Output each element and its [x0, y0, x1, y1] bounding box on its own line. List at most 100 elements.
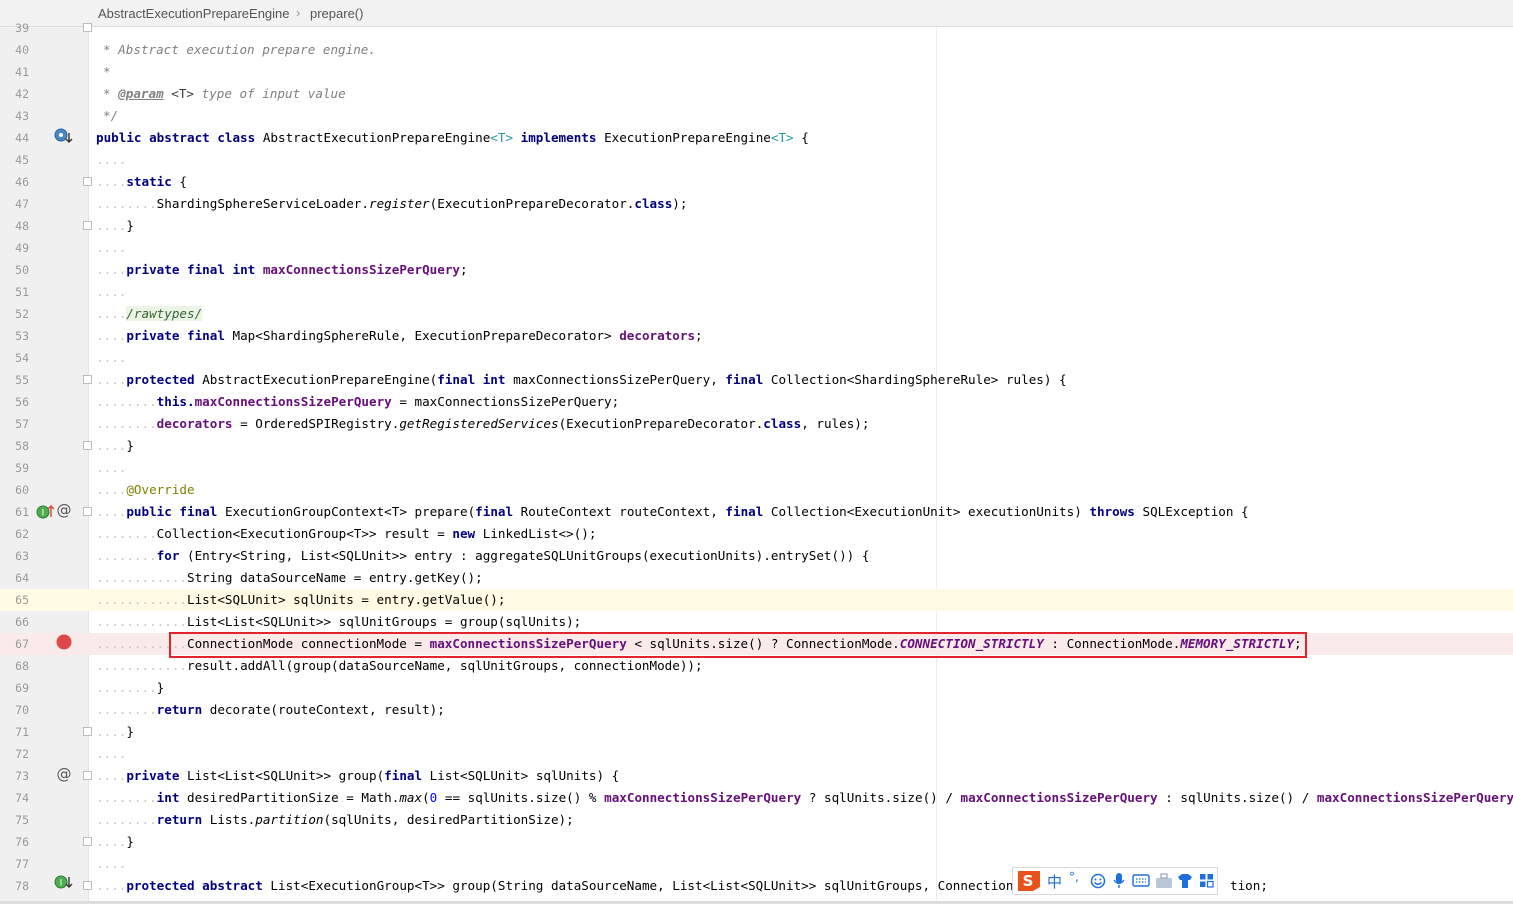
fold-icon[interactable] [83, 507, 92, 516]
svg-text:I: I [60, 879, 63, 889]
field-name: maxConnectionsSizePerQuery [262, 262, 460, 277]
number-literal: 0 [429, 790, 438, 805]
spring-bean-icon[interactable]: @ [56, 502, 72, 518]
code-line: 66 ............List<List<SQLUnit>> sqlUni… [0, 611, 1513, 633]
fold-icon[interactable] [83, 727, 92, 736]
code-line: 51.... [0, 281, 1513, 303]
code-line: 43 */ [0, 105, 1513, 127]
keyboard-icon[interactable] [1132, 874, 1150, 888]
code-line: 73 ....private List<List<SQLUnit>> group(… [0, 765, 1513, 787]
fold-icon[interactable] [83, 881, 92, 890]
field-name: decorators [156, 416, 233, 431]
ime-lang-toggle[interactable]: 中 [1047, 871, 1062, 892]
code-line: 64 ............String dataSourceName = en… [0, 567, 1513, 589]
code-text: List<ExecutionGroup<T>> group(String dat… [270, 878, 1075, 893]
line-number: 76 [15, 835, 29, 849]
fold-icon[interactable] [83, 221, 92, 230]
fold-icon[interactable] [83, 771, 92, 780]
line-number: 77 [15, 857, 29, 871]
code-text: (sqlUnits, desiredPartitionSize); [323, 812, 574, 827]
ime-toolbar[interactable]: S 中 °, [1012, 867, 1218, 895]
keyword: final [725, 372, 764, 387]
line-number: 48 [15, 219, 29, 233]
ime-punct-toggle[interactable]: °, [1069, 870, 1079, 884]
code-line: 76....} [0, 831, 1513, 853]
fold-icon[interactable] [83, 441, 92, 450]
type-name: Map<ShardingSphereRule, ExecutionPrepare… [232, 328, 612, 343]
code-line: 78 ....protected abstract List<ExecutionG… [0, 875, 1513, 897]
svg-text:@: @ [57, 766, 72, 782]
emoji-icon[interactable] [1090, 873, 1106, 889]
code-text: List<List<SQLUnit>> sqlUnitGroups = grou… [187, 614, 582, 629]
code-text: result.addAll(group(dataSourceName, sqlU… [187, 658, 703, 673]
code-text: (ExecutionPrepareDecorator. [558, 416, 764, 431]
fold-icon[interactable] [83, 23, 92, 32]
line-number: 47 [15, 197, 29, 211]
microphone-icon[interactable] [1112, 872, 1126, 890]
line-number: 68 [15, 659, 29, 673]
fold-icon[interactable] [83, 375, 92, 384]
field-name: decorators [619, 328, 696, 343]
code-text: * [103, 64, 111, 79]
code-line: 49.... [0, 237, 1513, 259]
spring-bean-icon[interactable]: @ [56, 766, 72, 782]
code-text: SQLException { [1142, 504, 1249, 519]
code-text: List<SQLUnit> sqlUnits) { [429, 768, 620, 783]
line-number: 46 [15, 175, 29, 189]
code-line: 60 ....@Override [0, 479, 1513, 501]
fold-icon[interactable] [83, 177, 92, 186]
line-number: 66 [15, 615, 29, 629]
line-number: 59 [15, 461, 29, 475]
ime-logo-icon[interactable]: S [1015, 869, 1043, 893]
code-text: == sqlUnits.size() % [444, 790, 597, 805]
code-line: 61 ....public final ExecutionGroupContext… [0, 501, 1513, 523]
line-number: 75 [15, 813, 29, 827]
keyword: implements [520, 130, 597, 145]
code-line: 57 ........decorators = OrderedSPIRegistr… [0, 413, 1513, 435]
breakpoint-icon[interactable] [55, 633, 73, 651]
code-line: 56 ........this.maxConnectionsSizePerQuer… [0, 391, 1513, 413]
code-text: desiredPartitionSize = Math. [187, 790, 400, 805]
fold-icon[interactable] [83, 837, 92, 846]
code-text: decorate(routeContext, result); [209, 702, 445, 717]
code-line: 52 ..../rawtypes/ [0, 303, 1513, 325]
code-text: List<List<SQLUnit>> group( [187, 768, 385, 783]
code-line: 45.... [0, 149, 1513, 171]
line-number: 49 [15, 241, 29, 255]
method-call: partition [255, 812, 324, 827]
implemented-method-icon[interactable]: I [54, 874, 74, 892]
line-number: 43 [15, 109, 29, 123]
line-number: 50 [15, 263, 29, 277]
keyword: new [452, 526, 476, 541]
code-line: 53 ....private final Map<ShardingSphereRu… [0, 325, 1513, 347]
skin-icon[interactable] [1177, 873, 1193, 889]
annotation: @Override [126, 482, 195, 497]
code-line: 42 * @param <T> type of input value [0, 83, 1513, 105]
suppress-comment: /rawtypes/ [126, 306, 203, 321]
code-line: 72.... [0, 743, 1513, 765]
code-text: LinkedList<>(); [482, 526, 597, 541]
code-line: 59.... [0, 457, 1513, 479]
line-number: 54 [15, 351, 29, 365]
code-text: maxConnectionsSizePerQuery, [513, 372, 718, 387]
method-call: max [399, 790, 423, 805]
code-text: (ExecutionPrepareDecorator. [429, 196, 635, 211]
code-line: 41 * [0, 61, 1513, 83]
keyword: protected abstract [126, 878, 263, 893]
toolbox-icon[interactable] [1155, 873, 1173, 889]
line-number: 58 [15, 439, 29, 453]
method-call: register [368, 196, 430, 211]
line-number: 41 [15, 65, 29, 79]
javadoc-text: type of input value [201, 86, 346, 101]
keyword: int [156, 790, 180, 805]
code-text: ? sqlUnits.size() / [808, 790, 953, 805]
field-name: maxConnectionsSizePerQuery [1316, 790, 1513, 805]
code-text: : sqlUnits.size() / [1165, 790, 1310, 805]
code-line: 39 [0, 17, 1513, 39]
line-number: 70 [15, 703, 29, 717]
code-text: = OrderedSPIRegistry. [240, 416, 400, 431]
code-line: 68 ............result.addAll(group(dataSo… [0, 655, 1513, 677]
grid-icon[interactable] [1199, 873, 1214, 888]
overrides-method-icon[interactable]: I [36, 503, 56, 521]
implemented-by-icon[interactable] [54, 128, 74, 146]
